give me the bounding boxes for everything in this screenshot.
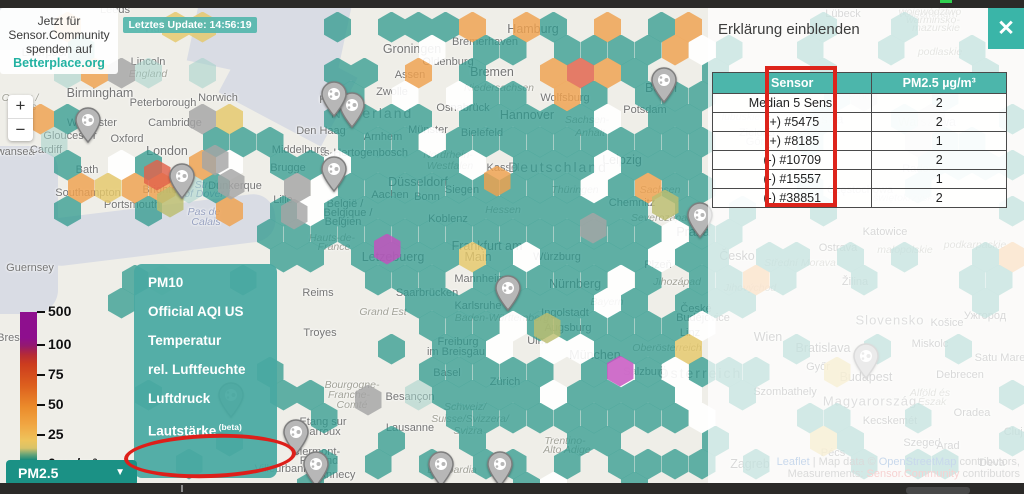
table-row: (-) #388512 bbox=[713, 189, 1007, 208]
donation-line: spenden auf bbox=[0, 42, 118, 56]
app-window: LeedsHullLiverpoolLincolnBirminghamPeter… bbox=[0, 0, 1024, 494]
value-cell: 1 bbox=[872, 132, 1007, 151]
legend-tick-label: 100 bbox=[48, 336, 71, 352]
layer-menu-item-luftdruck[interactable]: Luftdruck bbox=[134, 384, 277, 413]
map-pin-marker[interactable] bbox=[321, 81, 347, 122]
table-row: Median 5 Sens.2 bbox=[713, 94, 1007, 113]
legend-tick-label: 25 bbox=[48, 426, 64, 442]
value-cell: 2 bbox=[872, 113, 1007, 132]
zoom-in-button[interactable]: + bbox=[8, 95, 33, 118]
red-annotation-rectangle bbox=[765, 66, 837, 207]
map-pin-marker[interactable] bbox=[75, 107, 101, 148]
map-pin-marker[interactable] bbox=[495, 275, 521, 316]
legend-tick-label: 75 bbox=[48, 366, 64, 382]
map-pin-marker[interactable] bbox=[321, 156, 347, 197]
layer-menu-item-pm10[interactable]: PM10 bbox=[134, 268, 277, 297]
donation-line: Jetzt für bbox=[0, 14, 118, 28]
legend-tick bbox=[37, 404, 45, 406]
legend-tick bbox=[37, 344, 45, 346]
legend-tick-label: 500 bbox=[48, 303, 71, 319]
betterplace-link[interactable]: Betterplace.org bbox=[0, 56, 118, 70]
value-column-header: PM2.5 µg/m³ bbox=[872, 73, 1007, 94]
legend-tick bbox=[37, 311, 45, 313]
layer-menu-item-official-aqi-us[interactable]: Official AQI US bbox=[134, 297, 277, 326]
bottom-window-bar bbox=[0, 483, 1024, 494]
legend-tick-label: 50 bbox=[48, 396, 64, 412]
legend-gradient-bar bbox=[20, 312, 37, 465]
legend-tick bbox=[37, 374, 45, 376]
value-cell: 2 bbox=[872, 151, 1007, 170]
donation-box: Jetzt für Sensor.Community spenden auf B… bbox=[0, 8, 118, 74]
top-bar-accent bbox=[940, 0, 952, 3]
layer-menu-item-temperatur[interactable]: Temperatur bbox=[134, 326, 277, 355]
table-row: (+) #54752 bbox=[713, 113, 1007, 132]
beta-tag: (beta) bbox=[216, 422, 242, 432]
top-window-bar bbox=[0, 0, 1024, 8]
map-pin-marker[interactable] bbox=[169, 163, 195, 204]
value-cell: 1 bbox=[872, 170, 1007, 189]
layer-menu-item-rel-luftfeuchte[interactable]: rel. Luftfeuchte bbox=[134, 355, 277, 384]
legend-tick bbox=[37, 434, 45, 436]
table-row: (-) #155571 bbox=[713, 170, 1007, 189]
value-cell: 2 bbox=[872, 189, 1007, 208]
table-row: (-) #107092 bbox=[713, 151, 1007, 170]
sensor-table: Sensor PM2.5 µg/m³ Median 5 Sens.2(+) #5… bbox=[712, 72, 1007, 208]
table-row: (+) #81851 bbox=[713, 132, 1007, 151]
value-cell: 2 bbox=[872, 94, 1007, 113]
zoom-controls: + − bbox=[8, 95, 33, 141]
zoom-out-button[interactable]: − bbox=[8, 118, 33, 141]
selected-layer-label: PM2.5 bbox=[18, 465, 58, 481]
color-scale-legend: 5001007550250 µg/m³ bbox=[0, 305, 110, 475]
bottom-bar-tick bbox=[181, 485, 183, 492]
last-update-badge: Letztes Update: 14:56:19 bbox=[123, 17, 257, 33]
bottom-bar-handle bbox=[906, 487, 970, 494]
map-pin-marker[interactable] bbox=[651, 67, 677, 108]
close-icon[interactable]: ✕ bbox=[988, 8, 1024, 49]
donation-line: Sensor.Community bbox=[0, 28, 118, 42]
panel-title[interactable]: Erklärung einblenden bbox=[718, 21, 860, 38]
